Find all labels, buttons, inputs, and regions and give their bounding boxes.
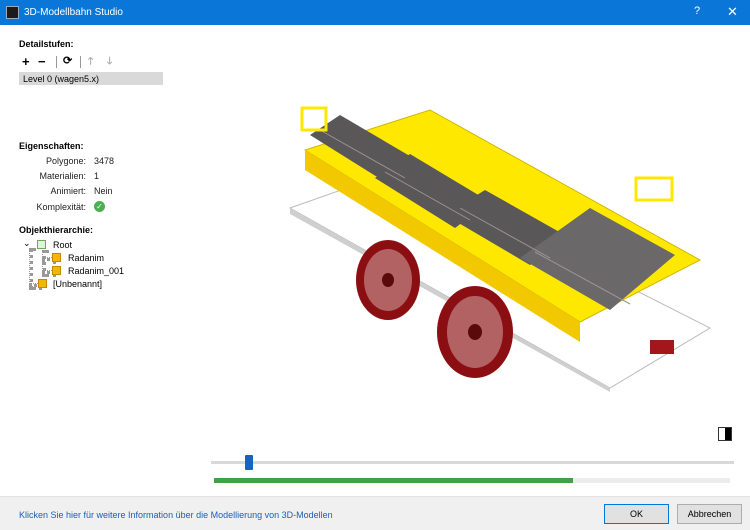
wheel-front [356,240,420,320]
move-up-icon[interactable]: 🡑 [88,56,93,67]
view-toggle-button[interactable] [718,427,732,441]
animation-slider-thumb[interactable] [245,455,253,470]
ok-button[interactable]: OK [604,504,669,524]
rail-front [300,106,328,132]
tree-item-radanim-001[interactable]: Radanim_001 [68,266,124,276]
cancel-button[interactable]: Abbrechen [677,504,742,524]
progress-fill [214,478,573,483]
toolbar-divider [56,56,57,68]
remove-level-icon[interactable]: − [38,55,46,68]
close-button[interactable]: ✕ [727,4,738,20]
window-title: 3D-Modellbahn Studio [24,7,123,18]
complexity-label: Komplexität: [36,202,86,212]
title-bar: 3D-Modellbahn Studio ? ✕ [0,0,750,25]
move-down-icon[interactable]: 🡓 [107,56,112,67]
3d-model-viewport[interactable] [280,90,720,400]
polygons-value: 3478 [94,156,115,166]
polygons-label: Polygone: [45,156,86,166]
materials-value: 1 [94,171,100,181]
rail-rear [634,176,674,202]
tree-item-root[interactable]: Root [53,240,72,250]
tree-item-unnamed[interactable]: [Unbenannt] [53,279,102,289]
footer-bar: Klicken Sie hier für weitere Information… [0,496,750,530]
animation-slider-track[interactable] [211,461,734,464]
level-list-item[interactable]: Level 0 (wagen5.x) [19,72,163,85]
root-cube-icon [37,240,46,249]
animated-value: Nein [94,186,113,196]
level-label: Level 0 (wagen5.x) [23,74,100,84]
complexity-ok-icon: ✓ [94,201,105,212]
wheel-rear [437,286,513,378]
add-level-icon[interactable]: + [22,55,30,68]
info-link[interactable]: Klicken Sie hier für weitere Information… [19,510,333,520]
refresh-icon[interactable]: ⟳ [63,56,72,67]
tree-item-radanim[interactable]: Radanim [68,253,104,263]
help-button[interactable]: ? [694,5,700,17]
radanim-001-cube-icon [52,266,61,275]
detail-levels-heading: Detailstufen: [19,39,74,49]
properties-heading: Eigenschaften: [19,141,84,151]
radanim-cube-icon [52,253,61,262]
app-icon [6,6,19,19]
animated-label: Animiert: [50,186,86,196]
toolbar-divider [80,56,81,68]
coupler [650,340,674,354]
hierarchy-heading: Objekthierarchie: [19,225,94,235]
unnamed-cube-icon [38,279,47,288]
materials-label: Materialien: [39,171,86,181]
